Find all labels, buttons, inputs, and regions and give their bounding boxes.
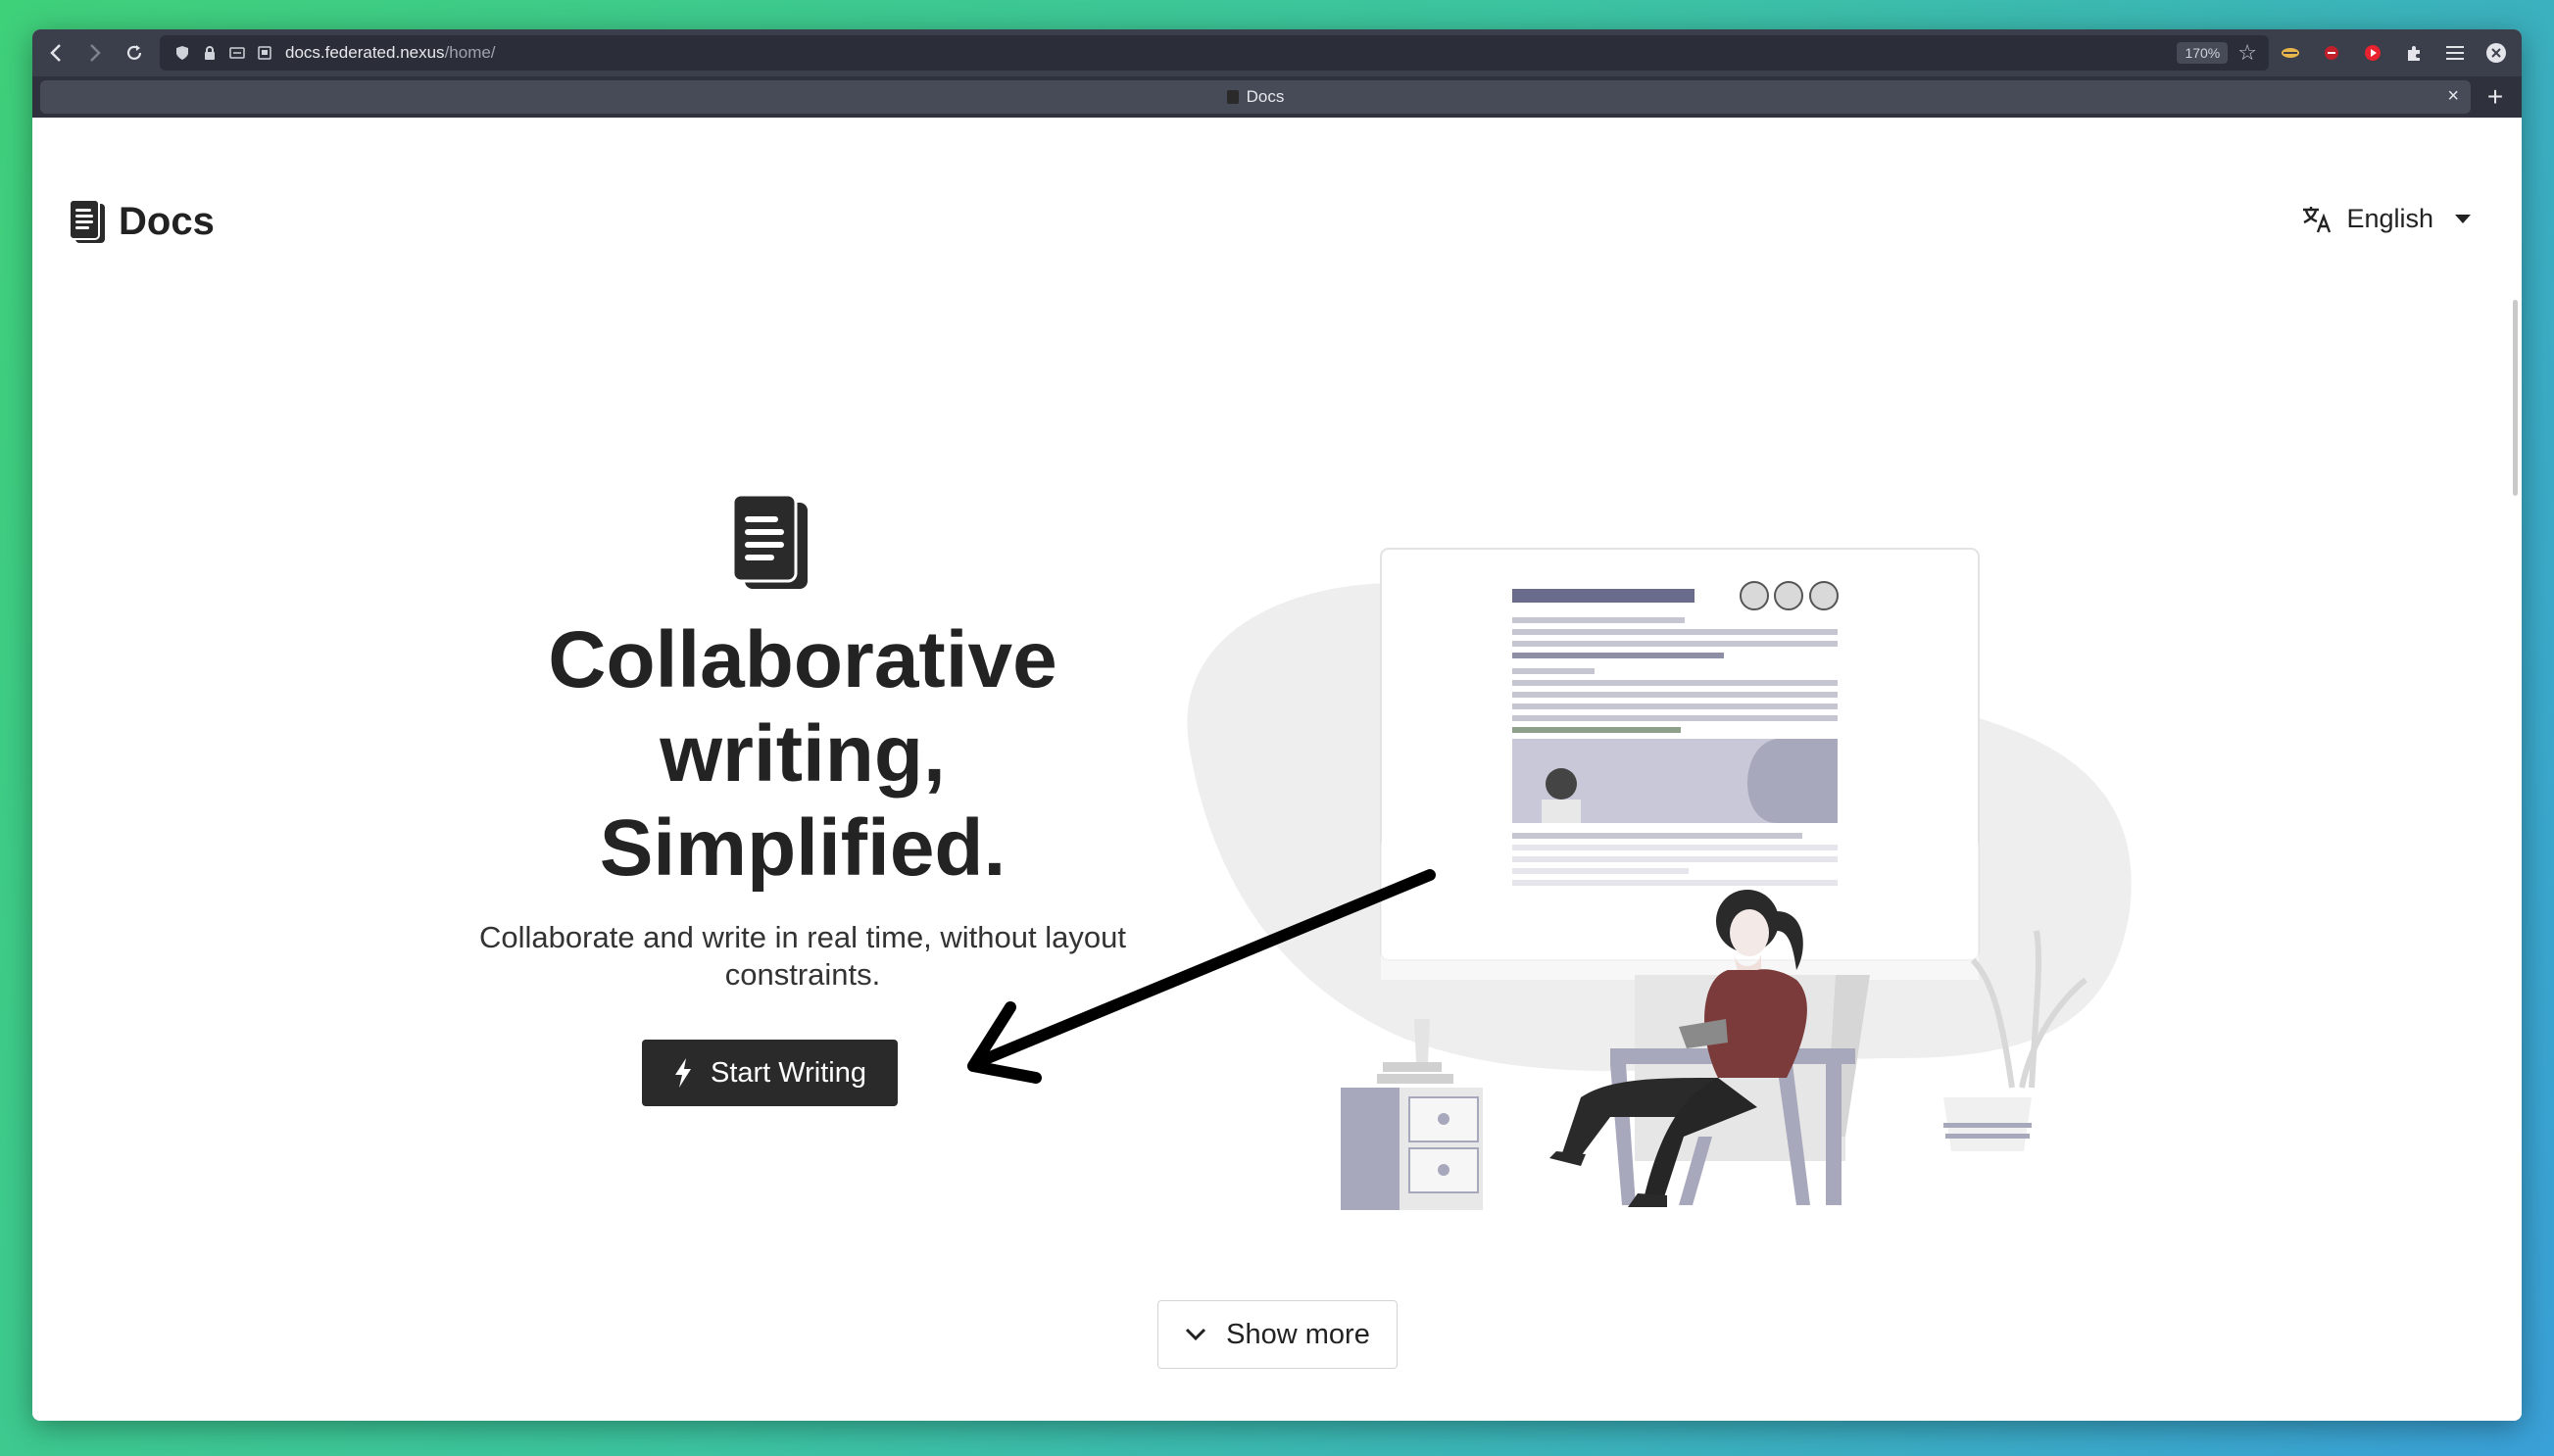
hero-title-line-2: writing, — [660, 709, 946, 799]
show-more-button[interactable]: Show more — [1157, 1300, 1398, 1369]
scrollbar[interactable] — [2513, 300, 2518, 496]
extensions-puzzle-icon[interactable] — [2394, 33, 2433, 73]
site-logo[interactable]: Docs — [68, 198, 215, 245]
extension-icon-1[interactable] — [2271, 33, 2310, 73]
chevron-down-icon — [2455, 215, 2471, 223]
hero-title-line-3: Simplified. — [599, 803, 1007, 893]
tab-bar: Docs × + — [32, 76, 2522, 118]
tab-favicon-icon — [1226, 90, 1239, 104]
zoom-level[interactable]: 170% — [2177, 42, 2229, 64]
start-writing-button[interactable]: Start Writing — [642, 1040, 898, 1106]
close-tab-icon[interactable]: × — [2447, 85, 2459, 108]
docs-logo-icon — [69, 199, 105, 243]
close-window-icon[interactable] — [2477, 33, 2516, 73]
tab-title: Docs — [1246, 87, 1285, 106]
reload-icon[interactable] — [115, 33, 154, 73]
reader-icon[interactable] — [254, 42, 275, 64]
tab-docs[interactable]: Docs × — [40, 80, 2471, 114]
extension-icon-2[interactable] — [2312, 33, 2351, 73]
url-text[interactable]: docs.federated.nexus/home/ — [285, 43, 496, 63]
language-label: English — [2346, 204, 2433, 233]
forward-icon[interactable] — [75, 33, 115, 73]
lightning-icon — [674, 1058, 691, 1088]
bookmark-star-icon[interactable]: ☆ — [2237, 40, 2257, 66]
translate-icon — [2303, 206, 2332, 232]
youtube-extension-icon[interactable] — [2353, 33, 2392, 73]
shield-icon[interactable] — [172, 42, 193, 64]
start-writing-label: Start Writing — [710, 1056, 866, 1089]
show-more-label: Show more — [1226, 1318, 1370, 1350]
menu-icon[interactable] — [2435, 33, 2475, 73]
page-content: Docs English Collaborative writing, Simp… — [32, 118, 2522, 1421]
hero-docs-icon — [731, 493, 808, 589]
back-icon[interactable] — [36, 33, 75, 73]
browser-toolbar: docs.federated.nexus/home/ 170% ☆ — [32, 29, 2522, 76]
url-bar[interactable]: docs.federated.nexus/home/ 170% ☆ — [160, 35, 2269, 71]
hero-title: Collaborative writing, Simplified. — [411, 613, 1195, 896]
chevron-down-icon — [1186, 1328, 1206, 1341]
hero-title-line-1: Collaborative — [548, 615, 1057, 704]
new-tab-icon[interactable]: + — [2479, 80, 2512, 114]
logo-text: Docs — [119, 199, 215, 243]
permissions-icon[interactable] — [226, 42, 248, 64]
lock-icon[interactable] — [199, 42, 221, 64]
language-selector[interactable]: English — [2301, 204, 2471, 234]
hero-illustration — [1187, 548, 2132, 1210]
browser-window: docs.federated.nexus/home/ 170% ☆ Docs ×… — [32, 29, 2522, 1421]
hero-subtitle: Collaborate and write in real time, with… — [479, 920, 1126, 992]
